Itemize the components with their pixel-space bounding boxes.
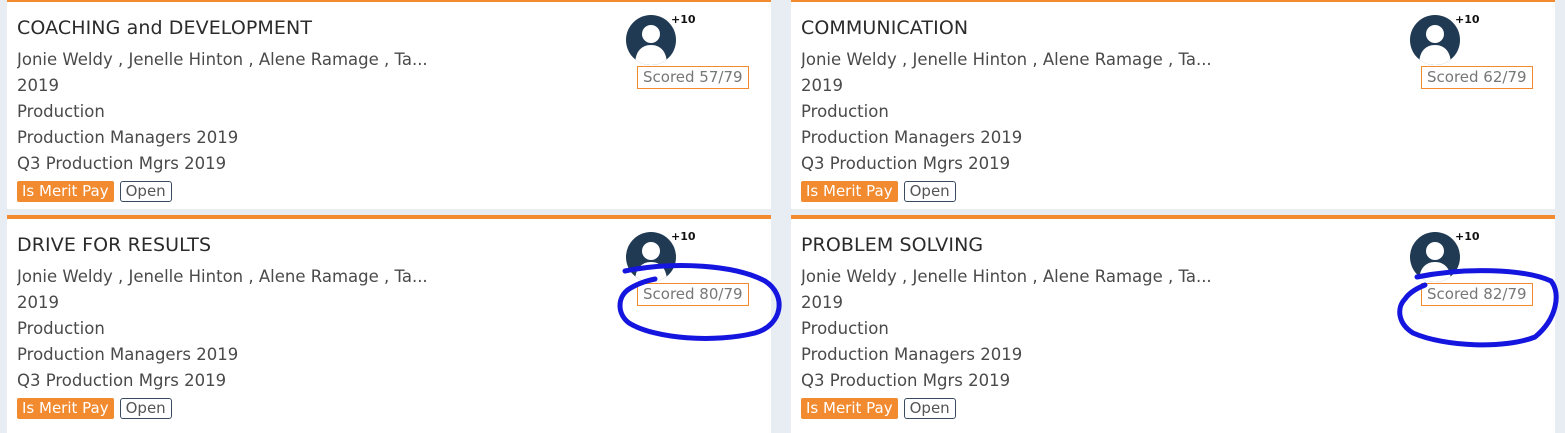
- status-badge: Open: [903, 181, 956, 202]
- participants-list: Jonie Weldy , Jenelle Hinton , Alene Ram…: [17, 267, 428, 286]
- department: Production: [801, 102, 889, 121]
- participants-list: Jonie Weldy , Jenelle Hinton , Alene Ram…: [801, 50, 1212, 69]
- review-period: Q3 Production Mgrs 2019: [17, 371, 227, 390]
- more-participants-count[interactable]: +10: [671, 230, 696, 243]
- user-silhouette-icon[interactable]: [626, 15, 676, 65]
- score-badge: Scored 57/79: [637, 66, 749, 89]
- card-title[interactable]: COACHING and DEVELOPMENT: [17, 17, 312, 39]
- tag-list: Is Merit Pay Open: [801, 398, 956, 419]
- review-year: 2019: [17, 293, 59, 312]
- review-period: Q3 Production Mgrs 2019: [17, 154, 227, 173]
- competency-card[interactable]: DRIVE FOR RESULTS Jonie Weldy , Jenelle …: [7, 215, 782, 433]
- tag-list: Is Merit Pay Open: [17, 398, 172, 419]
- review-year: 2019: [801, 76, 843, 95]
- review-group: Production Managers 2019: [17, 345, 239, 364]
- competency-card-grid: COACHING and DEVELOPMENT Jonie Weldy , J…: [7, 0, 1559, 433]
- participants-list: Jonie Weldy , Jenelle Hinton , Alene Ram…: [801, 267, 1212, 286]
- merit-pay-badge: Is Merit Pay: [17, 181, 114, 202]
- user-silhouette-icon[interactable]: [1410, 232, 1460, 282]
- status-badge: Open: [903, 398, 956, 419]
- status-badge: Open: [119, 181, 172, 202]
- department: Production: [17, 102, 105, 121]
- score-badge: Scored 62/79: [1421, 66, 1533, 89]
- review-group: Production Managers 2019: [801, 345, 1023, 364]
- participants-list: Jonie Weldy , Jenelle Hinton , Alene Ram…: [17, 50, 428, 69]
- review-period: Q3 Production Mgrs 2019: [801, 371, 1011, 390]
- status-badge: Open: [119, 398, 172, 419]
- review-year: 2019: [17, 76, 59, 95]
- merit-pay-badge: Is Merit Pay: [17, 398, 114, 419]
- more-participants-count[interactable]: +10: [1455, 13, 1480, 26]
- department: Production: [801, 319, 889, 338]
- more-participants-count[interactable]: +10: [1455, 230, 1480, 243]
- score-badge: Scored 80/79: [637, 283, 749, 306]
- merit-pay-badge: Is Merit Pay: [801, 398, 898, 419]
- card-title[interactable]: PROBLEM SOLVING: [801, 234, 983, 256]
- tag-list: Is Merit Pay Open: [17, 181, 172, 202]
- tag-list: Is Merit Pay Open: [801, 181, 956, 202]
- more-participants-count[interactable]: +10: [671, 13, 696, 26]
- review-period: Q3 Production Mgrs 2019: [801, 154, 1011, 173]
- user-silhouette-icon[interactable]: [1410, 15, 1460, 65]
- card-title[interactable]: COMMUNICATION: [801, 17, 968, 39]
- competency-card[interactable]: COMMUNICATION Jonie Weldy , Jenelle Hint…: [791, 0, 1555, 209]
- competency-card[interactable]: PROBLEM SOLVING Jonie Weldy , Jenelle Hi…: [791, 215, 1559, 433]
- review-year: 2019: [801, 293, 843, 312]
- review-group: Production Managers 2019: [801, 128, 1023, 147]
- department: Production: [17, 319, 105, 338]
- score-badge: Scored 82/79: [1421, 283, 1533, 306]
- user-silhouette-icon[interactable]: [626, 232, 676, 282]
- merit-pay-badge: Is Merit Pay: [801, 181, 898, 202]
- review-group: Production Managers 2019: [17, 128, 239, 147]
- card-title[interactable]: DRIVE FOR RESULTS: [17, 234, 211, 256]
- competency-card[interactable]: COACHING and DEVELOPMENT Jonie Weldy , J…: [7, 0, 771, 209]
